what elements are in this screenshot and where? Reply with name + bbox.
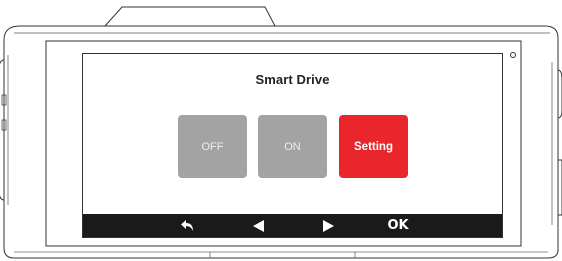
on-button[interactable]: ON [258,115,327,178]
setting-button[interactable]: Setting [339,115,408,178]
ok-button[interactable]: OK [378,214,418,237]
previous-button[interactable] [238,214,278,237]
bottom-navigation-bar: OK [83,214,502,237]
next-button[interactable] [308,214,348,237]
screen-title: Smart Drive [255,72,330,87]
lcd-screen: Smart Drive OFF ON Setting OK [83,54,502,237]
triangle-left-icon [252,219,264,232]
back-button[interactable] [168,214,208,237]
triangle-right-icon [322,219,334,232]
off-button[interactable]: OFF [178,115,247,178]
back-arrow-icon [181,219,195,232]
